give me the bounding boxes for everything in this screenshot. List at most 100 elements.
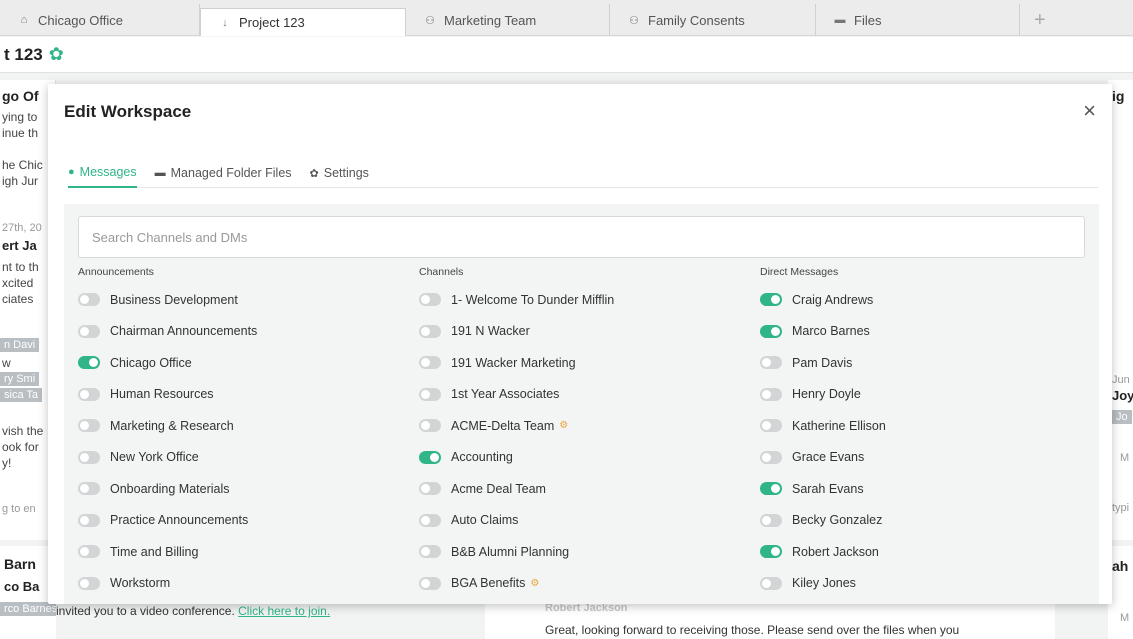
tab-family-consents[interactable]: ⚇ Family Consents: [610, 4, 816, 36]
close-icon[interactable]: ×: [1083, 98, 1096, 124]
edit-workspace-modal: Edit Workspace × ● Messages ▬ Managed Fo…: [48, 84, 1112, 604]
toggle-switch[interactable]: [760, 450, 782, 464]
channel-list: Craig Andrews Marco Barnes Pam Davis Henry …: [760, 284, 1090, 599]
bg-fragment: ah: [1112, 558, 1129, 574]
toggle-switch[interactable]: [419, 576, 441, 590]
toggle-switch[interactable]: [419, 513, 441, 527]
toggle-switch[interactable]: [760, 293, 782, 307]
toggle-switch[interactable]: [419, 482, 441, 496]
modal-tabs: ● Messages ▬ Managed Folder Files ✿ Sett…: [68, 162, 1098, 188]
bg-fragment: w: [2, 356, 11, 370]
toggle-switch[interactable]: [78, 545, 100, 559]
toggle-row: Marketing & Research: [78, 410, 408, 442]
tab-chicago-office[interactable]: ⌂ Chicago Office: [0, 4, 200, 36]
chat-icon: ●: [68, 166, 75, 178]
bg-fragment: vish the: [2, 424, 44, 438]
toggle-switch[interactable]: [760, 545, 782, 559]
search-input[interactable]: [78, 216, 1085, 258]
toggle-label: Kiley Jones: [792, 576, 856, 591]
toggle-label: Marketing & Research: [110, 418, 234, 433]
external-badge-icon: ⚙: [530, 577, 540, 589]
toggle-switch[interactable]: [78, 356, 100, 370]
toggle-row: 1- Welcome To Dunder Mifflin: [419, 284, 749, 316]
toggle-row: Acme Deal Team: [419, 473, 749, 505]
toggle-label: 191 Wacker Marketing: [451, 355, 576, 370]
invite-text: invited you to a video conference.: [56, 604, 235, 618]
toggle-row: Kiley Jones: [760, 568, 1090, 600]
toggle-switch[interactable]: [78, 450, 100, 464]
toggle-switch[interactable]: [78, 419, 100, 433]
workspace-tab-bar: ⌂ Chicago Office ↓ Project 123 ⚇ Marketi…: [0, 0, 1133, 36]
toggle-switch[interactable]: [419, 545, 441, 559]
toggle-row: Auto Claims: [419, 505, 749, 537]
building-icon: ⌂: [20, 14, 28, 26]
tab-managed-folder-files[interactable]: ▬ Managed Folder Files: [155, 162, 292, 188]
people-icon: ⚇: [425, 14, 435, 27]
tab-marketing-team[interactable]: ⚇ Marketing Team: [406, 4, 610, 36]
tab-messages[interactable]: ● Messages: [68, 162, 137, 188]
toggle-switch[interactable]: [760, 324, 782, 338]
bg-fragment: he Chic: [2, 158, 43, 172]
tab-files[interactable]: ▬ Files: [816, 4, 1020, 36]
toggle-switch[interactable]: [78, 513, 100, 527]
toggle-row: 1st Year Associates: [419, 379, 749, 411]
tab-label: Chicago Office: [38, 12, 124, 28]
toggle-row: Sarah Evans: [760, 473, 1090, 505]
toggle-switch[interactable]: [760, 419, 782, 433]
toggle-row: Workstorm: [78, 568, 408, 600]
bg-fragment: rco Barnes: [0, 602, 56, 616]
toggle-row: Human Resources: [78, 379, 408, 411]
tab-label: Files: [854, 12, 882, 28]
toggle-switch[interactable]: [760, 482, 782, 496]
toggle-switch[interactable]: [419, 293, 441, 307]
toggle-switch[interactable]: [419, 450, 441, 464]
toggle-switch[interactable]: [760, 356, 782, 370]
bg-fragment: inue th: [2, 126, 39, 140]
announcements-column: Announcements Business Development Chairm…: [78, 266, 408, 599]
toggle-switch[interactable]: [78, 324, 100, 338]
toggle-label: 1st Year Associates: [451, 387, 560, 402]
add-tab-button[interactable]: +: [1024, 4, 1064, 36]
join-video-link[interactable]: Click here to join.: [238, 604, 330, 618]
direct-messages-column: Direct Messages Craig Andrews Marco Barne…: [760, 266, 1090, 599]
toggle-row: Business Development: [78, 284, 408, 316]
external-badge-icon: ⚙: [559, 420, 569, 432]
toggle-label: Grace Evans: [792, 450, 865, 465]
tab-label: Project 123: [239, 15, 305, 30]
toggle-switch[interactable]: [419, 324, 441, 338]
toggle-label: Robert Jackson: [792, 544, 879, 559]
toggle-switch[interactable]: [419, 387, 441, 401]
toggle-switch[interactable]: [419, 419, 441, 433]
toggle-switch[interactable]: [78, 293, 100, 307]
toggle-row: Time and Billing: [78, 536, 408, 568]
toggle-switch[interactable]: [419, 356, 441, 370]
toggle-label: Pam Davis: [792, 355, 853, 370]
bg-fragment: n Davi: [0, 338, 40, 352]
people-icon: ⚇: [629, 14, 639, 27]
bg-fragment: Barn: [4, 556, 36, 572]
toggle-row: Chicago Office: [78, 347, 408, 379]
bg-fragment: M: [1120, 612, 1130, 624]
bg-fragment: 27th, 20: [2, 222, 42, 234]
toggle-label: Becky Gonzalez: [792, 513, 883, 528]
messages-panel: Announcements Business Development Chairm…: [64, 204, 1099, 604]
toggle-label: Practice Announcements: [110, 513, 249, 528]
toggle-switch[interactable]: [78, 576, 100, 590]
tab-settings[interactable]: ✿ Settings: [310, 162, 369, 188]
bg-fragment: xcited: [2, 276, 34, 290]
gear-icon[interactable]: ✿: [49, 44, 64, 65]
bg-fragment: g to en: [2, 503, 36, 515]
bg-fragment: Jun: [1112, 374, 1130, 386]
toggle-label: ACME-Delta Team: [451, 418, 555, 433]
column-header: Direct Messages: [760, 266, 839, 278]
toggle-switch[interactable]: [760, 387, 782, 401]
toggle-row: Grace Evans: [760, 442, 1090, 474]
tab-project-123[interactable]: ↓ Project 123: [200, 8, 406, 36]
bg-fragment: typi: [1112, 502, 1130, 514]
toggle-switch[interactable]: [760, 513, 782, 527]
toggle-switch[interactable]: [78, 387, 100, 401]
bg-fragment: igh Jur: [2, 174, 39, 188]
tab-label: Messages: [79, 165, 137, 179]
toggle-switch[interactable]: [78, 482, 100, 496]
toggle-switch[interactable]: [760, 576, 782, 590]
